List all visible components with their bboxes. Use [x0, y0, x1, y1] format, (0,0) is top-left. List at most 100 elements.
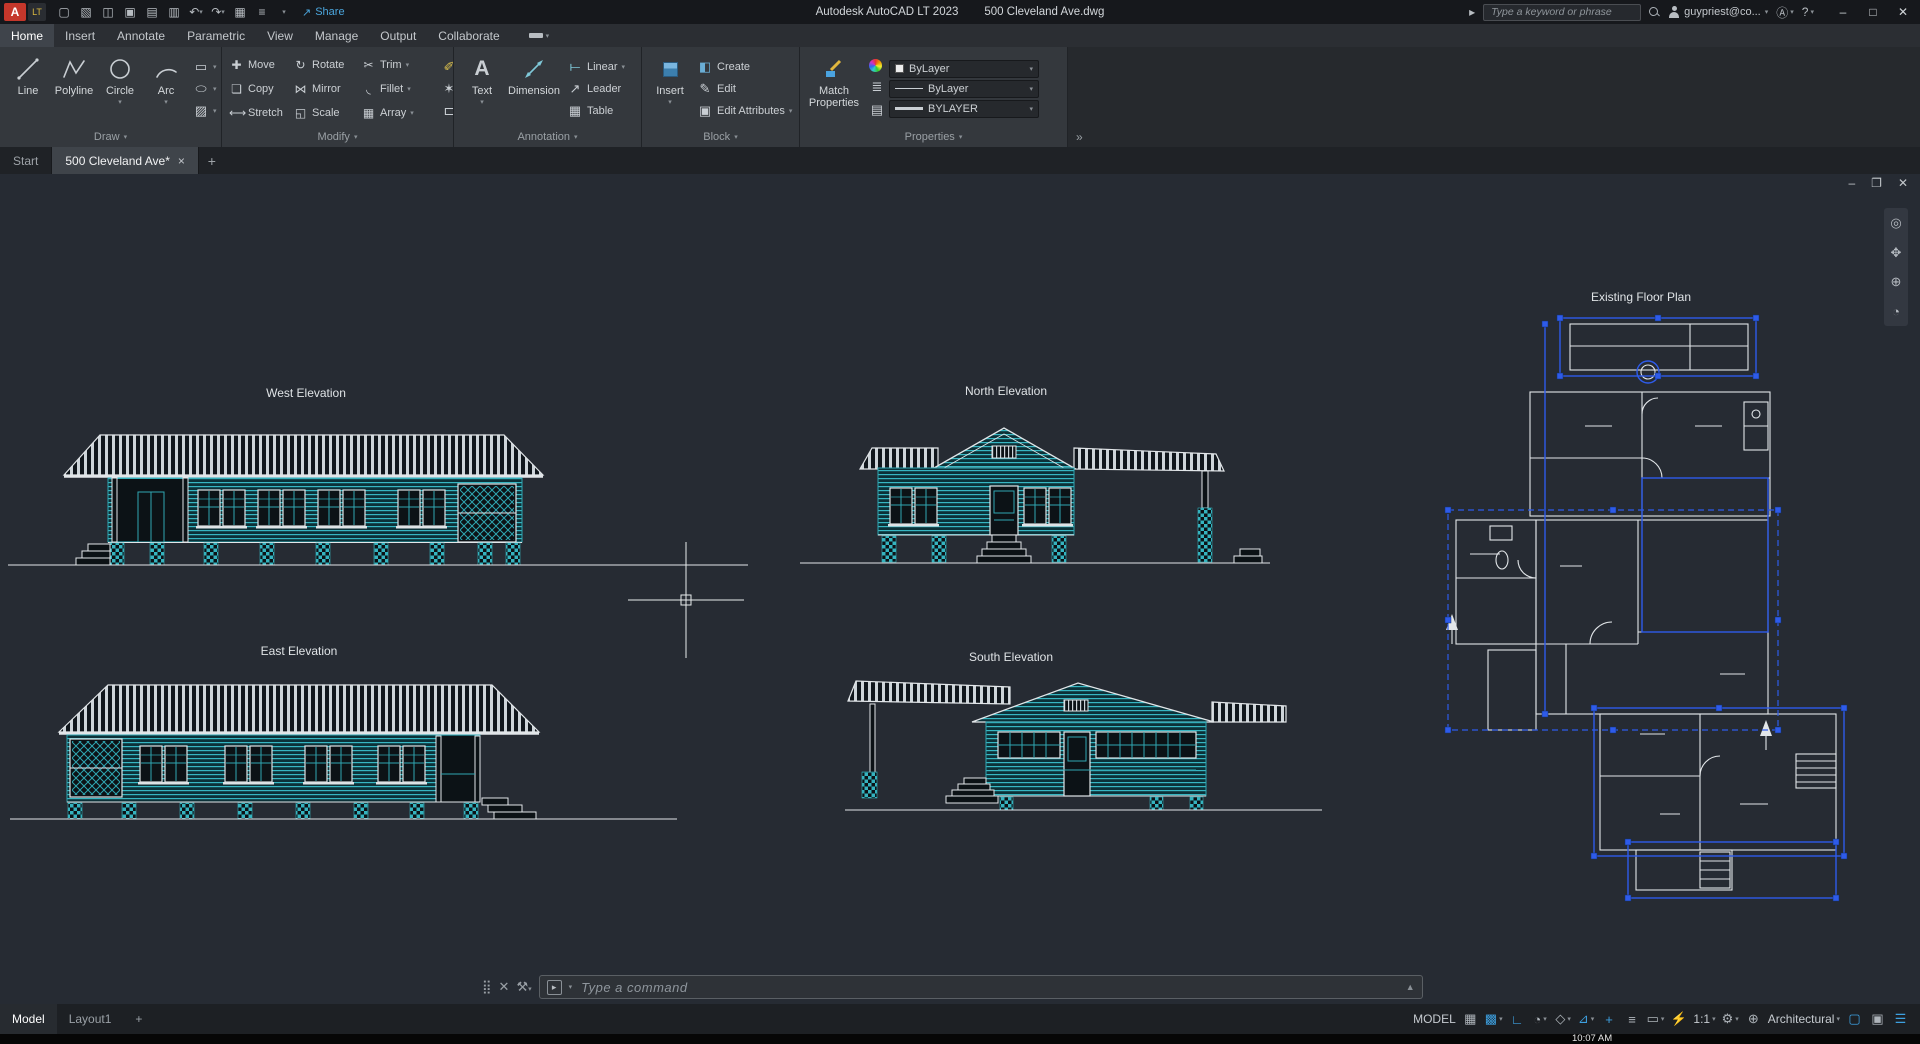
modify-panel-footer[interactable]: Modify▾	[222, 127, 453, 147]
arc-button[interactable]: Arc ▾	[143, 50, 189, 127]
file-tab-drawing[interactable]: 500 Cleveland Ave* ×	[52, 147, 199, 174]
rectangle-tool-button[interactable]: ▭▾	[193, 57, 217, 77]
help-search[interactable]	[1483, 4, 1641, 21]
polar-tracking-icon[interactable]: ◔▾	[1529, 1007, 1552, 1031]
help-button[interactable]: ?▾	[1802, 5, 1814, 19]
save-as-icon[interactable]: ▣	[120, 2, 140, 22]
hatch-tool-button[interactable]: ▨▾	[193, 101, 217, 121]
command-dock-handle[interactable]: ⣿	[482, 979, 492, 995]
customization-icon[interactable]: ☰	[1889, 1007, 1912, 1031]
create-block-button[interactable]: ◧ Create	[697, 57, 792, 77]
west-elevation-drawing[interactable]	[8, 435, 748, 565]
annotation-visibility-icon[interactable]: ⚡	[1667, 1007, 1690, 1031]
object-snap-tracking-icon[interactable]: +	[1598, 1007, 1621, 1031]
insert-block-button[interactable]: Insert▾	[647, 50, 693, 127]
clean-screen-icon[interactable]: ▣	[1866, 1007, 1889, 1031]
zoom-icon[interactable]: ⊕	[1891, 274, 1902, 290]
autodesk-app-icon[interactable]: Ⓐ▾	[1776, 4, 1794, 21]
stretch-button[interactable]: ⟷Stretch	[227, 101, 291, 125]
draw-panel-footer[interactable]: Draw▾	[0, 127, 221, 147]
new-drawing-tab-button[interactable]: +	[199, 147, 225, 174]
block-panel-footer[interactable]: Block▾	[642, 127, 799, 147]
snap-icon[interactable]: ▩▾	[1482, 1007, 1506, 1031]
layout-icon[interactable]: ▦	[230, 2, 250, 22]
rotate-button[interactable]: ↻Rotate	[291, 53, 359, 77]
lineweight-display-icon[interactable]: ≡	[1621, 1007, 1644, 1031]
selection-cycling-icon[interactable]: ▭▾	[1644, 1007, 1668, 1031]
fillet-button[interactable]: ◟Fillet▾	[359, 77, 439, 101]
lineweight-select[interactable]: BYLAYER▾	[889, 100, 1039, 118]
search-expand-icon[interactable]: ▸	[1469, 5, 1475, 19]
command-input[interactable]	[579, 979, 1399, 996]
circle-button[interactable]: Circle ▾	[97, 50, 143, 127]
west-elevation-label[interactable]: West Elevation	[266, 386, 346, 400]
color-wheel-icon[interactable]	[869, 59, 882, 72]
lineweight-icon[interactable]: ▤	[869, 102, 885, 118]
array-button[interactable]: ▦Array▾	[359, 101, 439, 125]
recent-commands-icon[interactable]: ▾	[569, 983, 573, 991]
annotation-monitor-icon[interactable]: ⊕	[1742, 1007, 1765, 1031]
linear-dimension-button[interactable]: ⟝ Linear▾	[567, 57, 625, 77]
south-elevation-drawing[interactable]	[845, 681, 1322, 810]
text-button[interactable]: A Text▾	[459, 50, 505, 127]
mirror-button[interactable]: ⋈Mirror	[291, 77, 359, 101]
tab-output[interactable]: Output	[369, 24, 427, 47]
close-button[interactable]: ✕	[1888, 0, 1918, 24]
share-button[interactable]: ↗ Share	[302, 6, 345, 19]
move-button[interactable]: ✚Move	[227, 53, 291, 77]
drawing-minimize-icon[interactable]: –	[1848, 176, 1855, 190]
copy-button[interactable]: ❏Copy	[227, 77, 291, 101]
undo-icon[interactable]: ↶▾	[186, 2, 206, 22]
layout1-tab[interactable]: Layout1	[57, 1004, 124, 1034]
navigation-wheel-icon[interactable]: ◎	[1890, 215, 1901, 231]
line-button[interactable]: Line	[5, 50, 51, 127]
tab-manage[interactable]: Manage	[304, 24, 369, 47]
isometric-drafting-icon[interactable]: ◇▾	[1552, 1007, 1575, 1031]
trim-button[interactable]: ✂Trim▾	[359, 53, 439, 77]
ribbon-display-toggle[interactable]: ▾	[521, 24, 558, 47]
floor-plan-label[interactable]: Existing Floor Plan	[1591, 290, 1691, 304]
properties-panel-footer[interactable]: Properties▾	[800, 127, 1067, 147]
minimize-button[interactable]: –	[1828, 0, 1858, 24]
tab-view[interactable]: View	[256, 24, 304, 47]
tab-collaborate[interactable]: Collaborate	[427, 24, 510, 47]
search-input[interactable]	[1489, 5, 1635, 19]
tab-insert[interactable]: Insert	[54, 24, 106, 47]
east-elevation-drawing[interactable]	[10, 685, 677, 819]
plot-icon[interactable]: ▤	[142, 2, 162, 22]
graphics-performance-icon[interactable]: ▢	[1843, 1007, 1866, 1031]
account-menu[interactable]: guypriest@co... ▾	[1668, 6, 1768, 18]
scale-button[interactable]: ◱Scale	[291, 101, 359, 125]
redo-icon[interactable]: ↷▾	[208, 2, 228, 22]
model-space-toggle[interactable]: MODEL	[1410, 1007, 1459, 1031]
object-snap-icon[interactable]: ⊿▾	[1575, 1007, 1598, 1031]
autocad-logo-icon[interactable]: A	[4, 3, 26, 21]
tab-annotate[interactable]: Annotate	[106, 24, 176, 47]
ellipse-tool-button[interactable]: ⬭▾	[193, 79, 217, 99]
annotation-scale-button[interactable]: 1:1▾	[1690, 1007, 1718, 1031]
grid-icon[interactable]: ▦	[1459, 1007, 1482, 1031]
floor-plan-drawing[interactable]	[1445, 315, 1847, 901]
drawing-close-icon[interactable]: ✕	[1898, 176, 1908, 190]
north-elevation-drawing[interactable]	[800, 428, 1270, 563]
edit-block-button[interactable]: ✎ Edit	[697, 79, 792, 99]
linetype-select[interactable]: ByLayer▾	[889, 80, 1039, 98]
leader-button[interactable]: ↗ Leader	[567, 79, 625, 99]
command-tools-icon[interactable]: ⚒▾	[516, 979, 531, 995]
polyline-button[interactable]: Polyline	[51, 50, 97, 127]
units-button[interactable]: Architectural▾	[1765, 1007, 1843, 1031]
command-input-bar[interactable]: ▸ ▾ ▲	[539, 975, 1423, 999]
qat-customize-icon[interactable]: ▾	[274, 2, 294, 22]
command-prompt-icon[interactable]: ▸	[547, 980, 562, 995]
search-icon[interactable]	[1649, 7, 1660, 18]
drawing-restore-icon[interactable]: ❐	[1871, 176, 1882, 190]
linetype-icon[interactable]: ≣	[869, 79, 885, 95]
drawing-viewport[interactable]: .wline{stroke:#e2e6e9;fill:none;stroke-w…	[0, 174, 1920, 1004]
ribbon-collapse-chevron[interactable]: »	[1068, 47, 1091, 147]
new-layout-button[interactable]: +	[123, 1004, 154, 1034]
new-file-icon[interactable]: ▢	[54, 2, 74, 22]
orbit-icon[interactable]: ◔	[1892, 304, 1900, 319]
ortho-icon[interactable]: ∟	[1506, 1007, 1529, 1031]
workspace-gear-icon[interactable]: ⚙▾	[1719, 1007, 1742, 1031]
object-color-select[interactable]: ByLayer▾	[889, 60, 1039, 78]
